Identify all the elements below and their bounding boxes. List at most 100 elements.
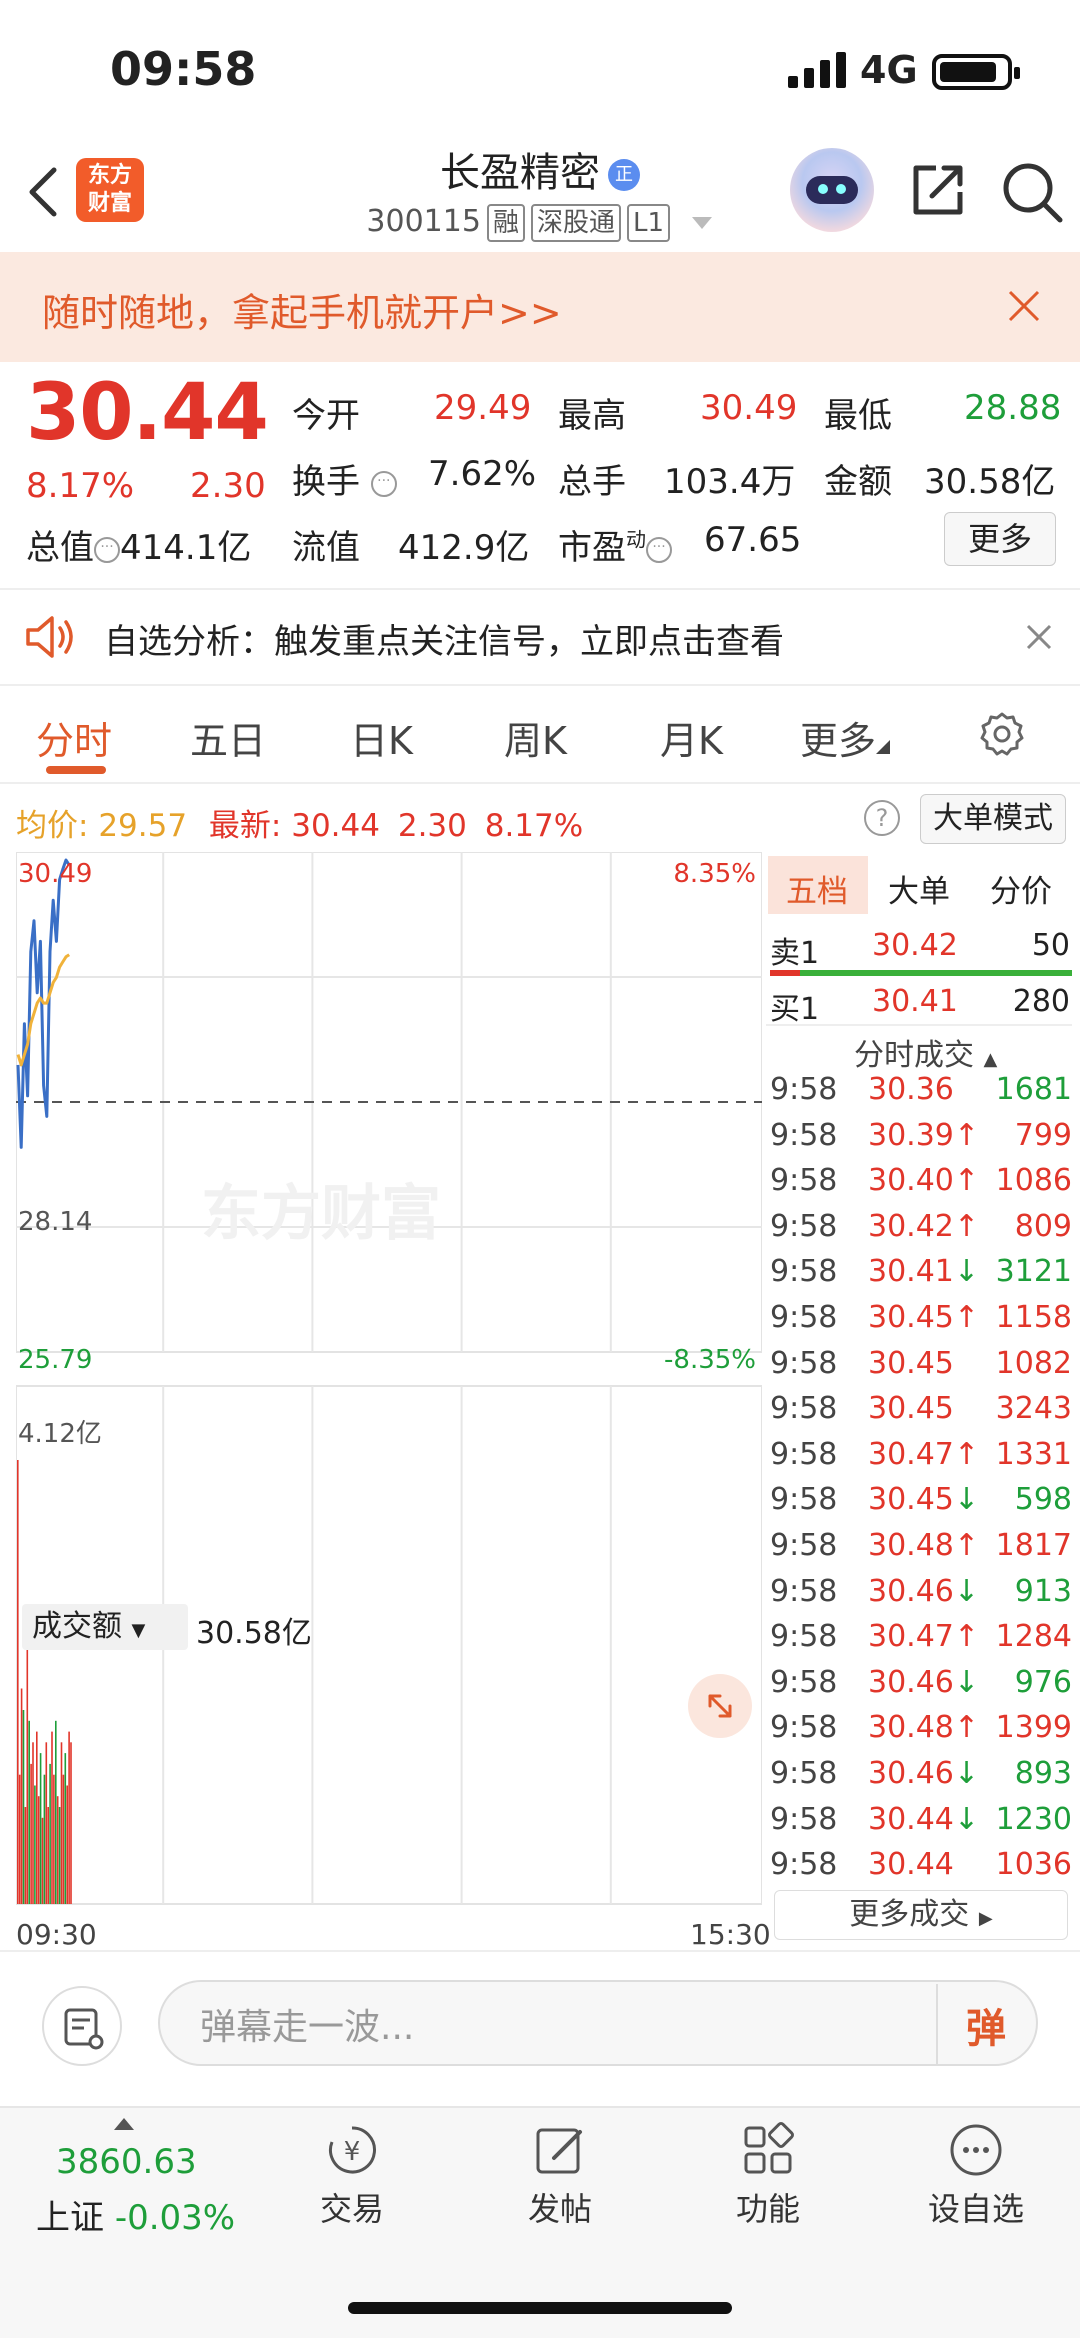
close-icon[interactable] xyxy=(1024,622,1054,652)
trade-price: 30.41↓ xyxy=(868,1254,980,1290)
index-value[interactable]: 3860.63 xyxy=(56,2142,197,2182)
volume-bar xyxy=(37,1796,40,1904)
buy1-vol: 280 xyxy=(1012,984,1070,1019)
nav-post-label: 发帖 xyxy=(527,2190,592,2228)
trade-price: 30.40↑ xyxy=(868,1163,980,1199)
trade-volume: 976 xyxy=(1014,1664,1072,1700)
down-arrow-icon: ↓ xyxy=(953,1664,980,1700)
tab-daily-k[interactable]: 日K xyxy=(350,710,413,765)
trade-row: 9:58 30.46↓ 913 xyxy=(770,1574,1072,1620)
tab-five-day[interactable]: 五日 xyxy=(190,710,266,765)
notice-text[interactable]: 自选分析：触发重点关注信号，立即点击查看 xyxy=(104,614,784,663)
share-icon[interactable] xyxy=(908,160,968,220)
trade-row: 9:58 30.36 1681 xyxy=(770,1072,1072,1118)
book-tab-big-order[interactable]: 大单 xyxy=(888,866,950,911)
nav-add-watchlist[interactable]: 设自选 xyxy=(916,2120,1036,2230)
float-label: 流值 xyxy=(292,528,360,568)
more-button[interactable]: 更多 xyxy=(944,512,1056,566)
tab-more-label: 更多 xyxy=(800,719,877,763)
speaker-icon xyxy=(26,616,73,658)
trade-row: 9:58 30.45 3243 xyxy=(770,1391,1072,1437)
prev-close-label: 28.14 xyxy=(18,1207,92,1237)
trades-title: 分时成交 ▲ xyxy=(854,1030,997,1074)
index-name: 上证 xyxy=(36,2198,104,2238)
banner-text[interactable]: 随时随地，拿起手机就开户>> xyxy=(42,282,562,337)
trade-row: 9:58 30.48↑ 1817 xyxy=(770,1528,1072,1574)
tab-monthly-k[interactable]: 月K xyxy=(660,710,723,765)
trade-volume: 1681 xyxy=(995,1072,1072,1107)
trades-title-text: 分时成交 xyxy=(854,1038,974,1073)
volume-bar xyxy=(60,1742,63,1904)
corner-caret-icon xyxy=(876,740,891,754)
trade-price: 30.42↑ xyxy=(868,1208,980,1244)
pct-value: 8.17% xyxy=(484,808,584,844)
buy1-price: 30.41 xyxy=(872,984,958,1019)
nav-functions[interactable]: 功能 xyxy=(716,2120,820,2230)
tab-intraday[interactable]: 分时 xyxy=(36,710,112,765)
svg-text:¥: ¥ xyxy=(344,2137,361,2167)
intraday-chart[interactable]: 东方财富 30.49 8.35% 28.14 25.79 -8.35% 4.12… xyxy=(16,852,762,1912)
high-value: 30.49 xyxy=(700,388,798,428)
caret-up-icon: ▲ xyxy=(983,1049,998,1070)
trade-price: 30.45 xyxy=(868,1391,954,1427)
info-dots-icon[interactable]: ··· xyxy=(94,536,120,563)
sell1-label: 卖1 xyxy=(770,936,820,971)
pe-label-text: 市盈 xyxy=(558,528,626,568)
close-icon[interactable] xyxy=(1004,286,1044,326)
trade-volume: 913 xyxy=(1014,1573,1072,1609)
volume-bar xyxy=(62,1774,65,1904)
high-label: 最高 xyxy=(558,396,626,436)
volume-value: 103.4万 xyxy=(664,462,796,502)
danmu-toggle-icon[interactable] xyxy=(42,1986,122,2066)
down-arrow-icon: ↓ xyxy=(953,1755,980,1791)
tab-weekly-k[interactable]: 周K xyxy=(504,710,567,765)
stock-name: 长盈精密 xyxy=(440,150,600,196)
trade-time: 9:58 xyxy=(770,1801,838,1837)
low-label: 最低 xyxy=(824,396,892,436)
expand-icon[interactable] xyxy=(688,1674,752,1738)
down-arrow-icon: ↓ xyxy=(953,1254,980,1290)
big-order-mode-button[interactable]: 大单模式 xyxy=(920,794,1066,844)
trade-price: 30.46↓ xyxy=(868,1573,980,1609)
tab-more[interactable]: 更多 xyxy=(800,710,891,765)
help-icon[interactable]: ? xyxy=(864,800,900,836)
trade-volume: 3243 xyxy=(995,1391,1072,1427)
nav-trade[interactable]: ¥ 交易 xyxy=(300,2120,404,2230)
volume-selector[interactable]: 成交额 ▼ xyxy=(22,1604,188,1650)
volume-bar xyxy=(64,1753,67,1904)
info-dots-icon[interactable]: ··· xyxy=(646,536,672,563)
signal-icon xyxy=(788,52,846,88)
mktcap-value: 414.1亿 xyxy=(120,528,252,568)
trade-price: 30.36 xyxy=(868,1072,954,1107)
search-icon[interactable] xyxy=(1000,160,1064,224)
volume-bar xyxy=(32,1742,34,1904)
index-summary[interactable]: 上证 -0.03% xyxy=(36,2190,235,2239)
nav-post[interactable]: 发帖 xyxy=(508,2120,612,2230)
trade-row: 9:58 30.41↓ 3121 xyxy=(770,1254,1072,1300)
book-tab-price-dist[interactable]: 分价 xyxy=(990,866,1052,911)
danmu-send-button[interactable]: 弹 xyxy=(936,1984,1036,2064)
volume-bar xyxy=(45,1742,48,1904)
info-dots-icon[interactable]: ··· xyxy=(370,470,397,497)
grid-apps-icon xyxy=(744,2122,794,2174)
x-start: 09:30 xyxy=(16,1918,97,1951)
robot-assistant-icon[interactable] xyxy=(790,148,874,232)
divider xyxy=(0,782,1080,784)
more-trades-button[interactable]: 更多成交 ▶ xyxy=(774,1890,1068,1940)
depth-bar-red xyxy=(770,970,800,976)
volume-bar xyxy=(66,1785,68,1904)
trade-time: 9:58 xyxy=(770,1710,838,1746)
settings-gear-icon[interactable] xyxy=(978,710,1026,758)
y-max-label: 30.49 xyxy=(18,859,92,889)
trade-volume: 799 xyxy=(1014,1117,1072,1153)
down-arrow-icon: ↓ xyxy=(953,1482,980,1518)
tag-level: L1 xyxy=(626,204,671,242)
trade-price: 30.47↑ xyxy=(868,1619,980,1655)
volume-bar xyxy=(51,1731,53,1904)
mktcap-label: 总值 ··· 414.1亿 xyxy=(26,520,251,569)
volume-bar xyxy=(22,1710,25,1904)
trade-row: 9:58 30.45 1082 xyxy=(770,1346,1072,1392)
tag-margin: 融 xyxy=(486,204,525,242)
book-tab-five-level[interactable]: 五档 xyxy=(786,866,848,911)
trade-time: 9:58 xyxy=(770,1299,838,1335)
